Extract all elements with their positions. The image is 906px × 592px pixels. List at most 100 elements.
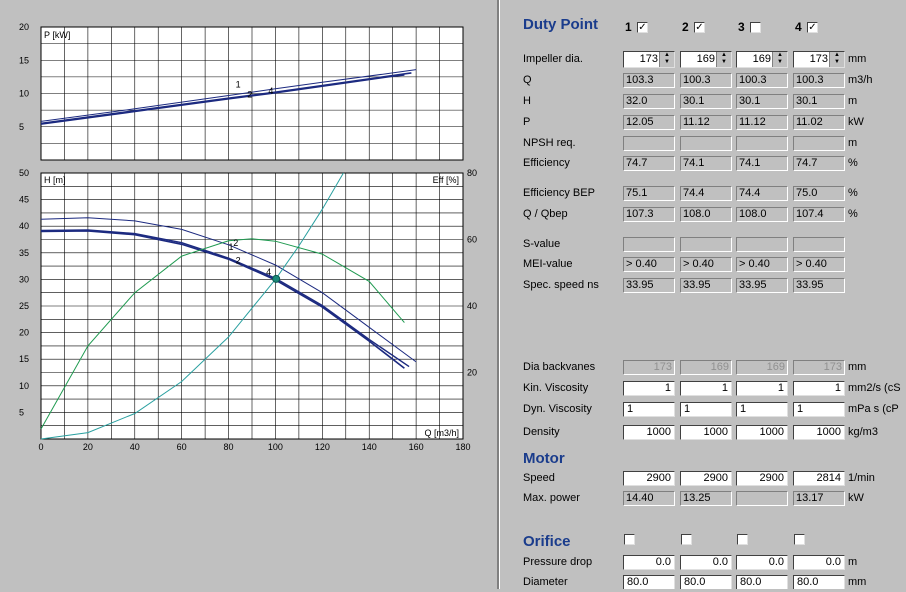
speed-field[interactable]: 2900 <box>736 471 788 486</box>
q_qbep-field: 107.3 <box>623 207 675 222</box>
pressure_drop-field[interactable]: 0.0 <box>680 555 732 570</box>
Q-field: 100.3 <box>680 73 732 88</box>
duty-point-checkbox-4[interactable]: ✓ <box>807 22 818 33</box>
impeller-value: 169 <box>696 53 715 65</box>
impeller-spin-buttons[interactable]: ▲ ▼ <box>772 52 787 67</box>
eff-y-tick-label: 80 <box>467 168 477 178</box>
density-field[interactable]: 1000 <box>680 425 732 440</box>
diameter-field[interactable]: 80.0 <box>793 575 845 589</box>
dyn_visc-field[interactable]: 1 <box>623 402 675 417</box>
pressure_drop-field[interactable]: 0.0 <box>793 555 845 570</box>
q-x-tick-label: 60 <box>177 442 187 452</box>
diameter-label: Diameter <box>523 576 568 588</box>
head-curve-label: 4 <box>266 267 271 277</box>
eff_bep-field: 75.1 <box>623 186 675 201</box>
impeller-spin-buttons[interactable]: ▲ ▼ <box>659 52 674 67</box>
impeller-spin-down-icon[interactable]: ▼ <box>660 59 674 66</box>
orifice-checkbox[interactable] <box>794 534 805 545</box>
kin_visc-field[interactable]: 1 <box>736 381 788 396</box>
mei-field: > 0.40 <box>793 257 845 272</box>
q-x-tick-label: 180 <box>455 442 470 452</box>
kin_visc-field[interactable]: 1 <box>680 381 732 396</box>
q-x-tick-label: 20 <box>83 442 93 452</box>
dyn_visc-field[interactable]: 1 <box>793 402 845 417</box>
eff_bep-label: Efficiency BEP <box>523 187 595 199</box>
H-field: 30.1 <box>680 94 732 109</box>
head-y-tick-label: 40 <box>19 221 29 231</box>
impeller-spin-buttons[interactable]: ▲ ▼ <box>716 52 731 67</box>
dia_backvanes-field: 169 <box>736 360 788 375</box>
max_power-field: 13.17 <box>793 491 845 506</box>
eff_bep-field: 75.0 <box>793 186 845 201</box>
density-field[interactable]: 1000 <box>793 425 845 440</box>
density-unit: kg/m3 <box>848 426 878 438</box>
diameter-unit: mm <box>848 576 867 588</box>
kin_visc-field[interactable]: 1 <box>623 381 675 396</box>
duty-point-checkbox-1[interactable]: ✓ <box>637 22 648 33</box>
q-x-axis-label: Q [m3/h] <box>424 428 459 438</box>
impeller-unit: mm <box>848 53 867 65</box>
max_power-field: 13.25 <box>680 491 732 506</box>
eff-y-tick-label: 40 <box>467 301 477 311</box>
diameter-field[interactable]: 80.0 <box>736 575 788 589</box>
duty-point-checkbox-2[interactable]: ✓ <box>694 22 705 33</box>
impeller-value: 173 <box>639 53 658 65</box>
npsh-field <box>793 136 845 151</box>
dia_backvanes-field: 173 <box>623 360 675 375</box>
q_qbep-field: 108.0 <box>680 207 732 222</box>
Q-field: 103.3 <box>623 73 675 88</box>
impeller-spinner[interactable]: 173 ▲ ▼ <box>793 51 845 68</box>
ns-field: 33.95 <box>736 278 788 293</box>
diameter-field[interactable]: 80.0 <box>623 575 675 589</box>
npsh-field <box>623 136 675 151</box>
speed-field[interactable]: 2900 <box>623 471 675 486</box>
duty-point-checkbox-3[interactable] <box>750 22 761 33</box>
orifice-checkbox[interactable] <box>624 534 635 545</box>
dyn_visc-field[interactable]: 1 <box>680 402 732 417</box>
mei-field: > 0.40 <box>680 257 732 272</box>
impeller-spin-down-icon[interactable]: ▼ <box>717 59 731 66</box>
power-y-tick-label: 5 <box>19 122 24 132</box>
kin_visc-field[interactable]: 1 <box>793 381 845 396</box>
density-field[interactable]: 1000 <box>736 425 788 440</box>
diameter-field[interactable]: 80.0 <box>680 575 732 589</box>
eff-curve-label: 2 <box>233 238 238 248</box>
splitter[interactable] <box>497 0 500 589</box>
duty-point-column-number: 4 <box>795 20 802 34</box>
impeller-spin-buttons[interactable]: ▲ ▼ <box>829 52 844 67</box>
q_qbep-unit: % <box>848 208 858 220</box>
ns-label: Spec. speed ns <box>523 279 599 291</box>
speed-field[interactable]: 2814 <box>793 471 845 486</box>
impeller-spin-down-icon[interactable]: ▼ <box>830 59 844 66</box>
impeller-spin-up-icon[interactable]: ▲ <box>773 52 787 59</box>
duty-point-column-number: 1 <box>625 20 632 34</box>
impeller-spin-up-icon[interactable]: ▲ <box>660 52 674 59</box>
power-y-tick-label: 15 <box>19 55 29 65</box>
density-field[interactable]: 1000 <box>623 425 675 440</box>
speed-field[interactable]: 2900 <box>680 471 732 486</box>
impeller-spinner[interactable]: 173 ▲ ▼ <box>623 51 675 68</box>
kin_visc-label: Kin. Viscosity <box>523 382 589 394</box>
impeller-spin-down-icon[interactable]: ▼ <box>773 59 787 66</box>
impeller-spin-up-icon[interactable]: ▲ <box>830 52 844 59</box>
impeller-spin-up-icon[interactable]: ▲ <box>717 52 731 59</box>
head-y-tick-label: 10 <box>19 381 29 391</box>
head-y-tick-label: 45 <box>19 195 29 205</box>
ns-field: 33.95 <box>793 278 845 293</box>
orifice-checkbox[interactable] <box>681 534 692 545</box>
dyn_visc-field[interactable]: 1 <box>736 402 788 417</box>
impeller-spinner[interactable]: 169 ▲ ▼ <box>736 51 788 68</box>
orifice-checkbox[interactable] <box>737 534 748 545</box>
eff_bep-field: 74.4 <box>680 186 732 201</box>
mei-label: MEI-value <box>523 258 573 270</box>
power-curve-label: 4 <box>268 86 273 96</box>
speed-label: Speed <box>523 472 555 484</box>
pressure_drop-field[interactable]: 0.0 <box>623 555 675 570</box>
q-x-tick-label: 40 <box>130 442 140 452</box>
pressure_drop-field[interactable]: 0.0 <box>736 555 788 570</box>
dia_backvanes-field: 173 <box>793 360 845 375</box>
head-y-tick-label: 35 <box>19 248 29 258</box>
impeller-spinner[interactable]: 169 ▲ ▼ <box>680 51 732 68</box>
duty-point-panel: Duty Point 1 ✓ 2 ✓ 3 4 ✓ Impeller dia. 173 ▲ ▼ 169 ▲ ▼… <box>503 0 906 589</box>
P-unit: kW <box>848 116 864 128</box>
